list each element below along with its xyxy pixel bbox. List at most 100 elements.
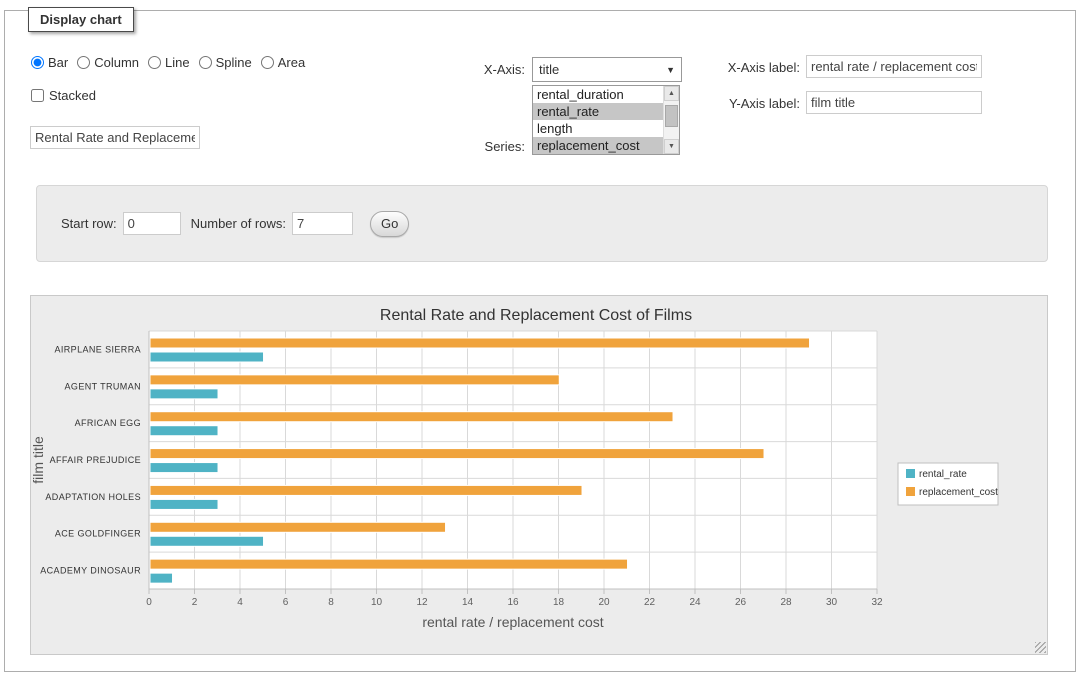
- series-option-rental_duration[interactable]: rental_duration: [533, 86, 663, 103]
- fieldset-legend: Display chart: [28, 7, 134, 32]
- x-tick-label: 6: [283, 597, 289, 608]
- column-radio[interactable]: [77, 56, 90, 69]
- stacked-checkbox[interactable]: [31, 89, 44, 102]
- category-label: ACADEMY DINOSAUR: [40, 566, 141, 576]
- bar-replacement_cost[interactable]: [150, 412, 673, 422]
- chart-type-spline[interactable]: Spline: [199, 55, 252, 70]
- category-label: AFFAIR PREJUDICE: [50, 455, 141, 465]
- y-axis-label-field-label: Y-Axis label:: [710, 96, 800, 111]
- x-axis-select[interactable]: title ▼: [532, 57, 682, 82]
- chart-type-options: Bar Column Line Spline Area: [31, 55, 314, 70]
- x-axis-label-field-label: X-Axis label:: [710, 60, 800, 75]
- chart-title-input[interactable]: [30, 126, 200, 149]
- start-row-input[interactable]: [123, 212, 181, 235]
- stacked-label: Stacked: [49, 88, 96, 103]
- bar-radio[interactable]: [31, 56, 44, 69]
- scroll-up-icon: ▲: [668, 90, 675, 97]
- bar-rental_rate[interactable]: [150, 573, 173, 583]
- x-tick-label: 10: [371, 597, 383, 608]
- row-controls-panel: Start row: Number of rows: Go: [36, 185, 1048, 262]
- series-listbox-scrollbar[interactable]: ▲ ▼: [663, 86, 679, 154]
- category-label: ACE GOLDFINGER: [55, 529, 141, 539]
- number-of-rows-input[interactable]: [292, 212, 353, 235]
- number-of-rows-label: Number of rows:: [191, 216, 286, 231]
- scrollbar-thumb[interactable]: [665, 105, 678, 127]
- line-radio[interactable]: [148, 56, 161, 69]
- x-tick-label: 22: [644, 597, 656, 608]
- area-radio-label: Area: [278, 55, 305, 70]
- bar-replacement_cost[interactable]: [150, 449, 764, 459]
- chart-container: AIRPLANE SIERRAAGENT TRUMANAFRICAN EGGAF…: [30, 295, 1048, 655]
- page: Display chart Bar Column Line Spline Are…: [0, 0, 1081, 681]
- bar-replacement_cost[interactable]: [150, 522, 446, 532]
- x-axis-label: X-Axis:: [440, 62, 525, 77]
- bar-chart: AIRPLANE SIERRAAGENT TRUMANAFRICAN EGGAF…: [31, 296, 1047, 654]
- x-tick-label: 2: [192, 597, 198, 608]
- spline-radio-label: Spline: [216, 55, 252, 70]
- series-label: Series:: [440, 139, 525, 154]
- dropdown-arrow-icon: ▼: [666, 65, 675, 75]
- x-tick-label: 8: [328, 597, 334, 608]
- x-tick-label: 4: [237, 597, 243, 608]
- chart-type-line[interactable]: Line: [148, 55, 190, 70]
- legend-item-replacement_cost[interactable]: replacement_cost: [906, 487, 998, 498]
- scroll-up-button[interactable]: ▲: [664, 86, 679, 101]
- legend-label: replacement_cost: [919, 487, 998, 498]
- fieldset-legend-text: Display chart: [40, 12, 122, 27]
- chart-type-bar[interactable]: Bar: [31, 55, 68, 70]
- x-tick-label: 24: [689, 597, 701, 608]
- area-radio[interactable]: [261, 56, 274, 69]
- x-tick-label: 12: [416, 597, 428, 608]
- column-radio-label: Column: [94, 55, 139, 70]
- start-row-label: Start row:: [61, 216, 117, 231]
- series-option-rental_rate[interactable]: rental_rate: [533, 103, 663, 120]
- y-axis-label-input[interactable]: [806, 91, 982, 114]
- x-tick-label: 28: [780, 597, 792, 608]
- x-tick-label: 32: [871, 597, 883, 608]
- x-axis-label-input[interactable]: [806, 55, 982, 78]
- bar-replacement_cost[interactable]: [150, 375, 559, 385]
- line-radio-label: Line: [165, 55, 190, 70]
- legend-label: rental_rate: [919, 469, 967, 480]
- bar-replacement_cost[interactable]: [150, 559, 628, 569]
- bar-rental_rate[interactable]: [150, 499, 218, 509]
- bar-rental_rate[interactable]: [150, 389, 218, 399]
- scroll-down-icon: ▼: [668, 143, 675, 150]
- legend-swatch: [906, 469, 915, 478]
- bar-rental_rate[interactable]: [150, 352, 264, 362]
- x-axis-title: rental rate / replacement cost: [422, 614, 603, 630]
- chart-title: Rental Rate and Replacement Cost of Film…: [380, 307, 692, 324]
- category-label: AFRICAN EGG: [75, 418, 141, 428]
- x-tick-label: 16: [507, 597, 519, 608]
- chart-type-area[interactable]: Area: [261, 55, 305, 70]
- series-listbox[interactable]: rental_durationrental_ratelengthreplacem…: [532, 85, 680, 155]
- bar-radio-label: Bar: [48, 55, 68, 70]
- scrollbar-track[interactable]: [664, 101, 679, 139]
- chart-legend: rental_rate replacement_cost: [898, 463, 998, 505]
- y-axis-title: film title: [31, 436, 46, 484]
- bar-rental_rate[interactable]: [150, 463, 218, 473]
- x-axis-selected-value: title: [539, 62, 559, 77]
- category-label: AIRPLANE SIERRA: [54, 344, 141, 354]
- scroll-down-button[interactable]: ▼: [664, 139, 679, 154]
- x-tick-labels: 02468101214161820222426283032: [146, 597, 883, 608]
- category-label: ADAPTATION HOLES: [45, 492, 141, 502]
- series-option-replacement_cost[interactable]: replacement_cost: [533, 137, 663, 154]
- resize-handle-icon[interactable]: [1035, 642, 1046, 653]
- x-tick-label: 18: [553, 597, 565, 608]
- series-option-length[interactable]: length: [533, 120, 663, 137]
- x-tick-label: 0: [146, 597, 152, 608]
- x-tick-label: 30: [826, 597, 838, 608]
- spline-radio[interactable]: [199, 56, 212, 69]
- bar-rental_rate[interactable]: [150, 536, 264, 546]
- category-labels: AIRPLANE SIERRAAGENT TRUMANAFRICAN EGGAF…: [40, 344, 141, 575]
- go-button[interactable]: Go: [370, 211, 409, 237]
- legend-swatch: [906, 487, 915, 496]
- bar-rental_rate[interactable]: [150, 426, 218, 436]
- x-tick-label: 20: [598, 597, 610, 608]
- stacked-option[interactable]: Stacked: [31, 88, 96, 103]
- x-tick-label: 14: [462, 597, 474, 608]
- bar-replacement_cost[interactable]: [150, 485, 582, 495]
- chart-type-column[interactable]: Column: [77, 55, 139, 70]
- bar-replacement_cost[interactable]: [150, 338, 810, 348]
